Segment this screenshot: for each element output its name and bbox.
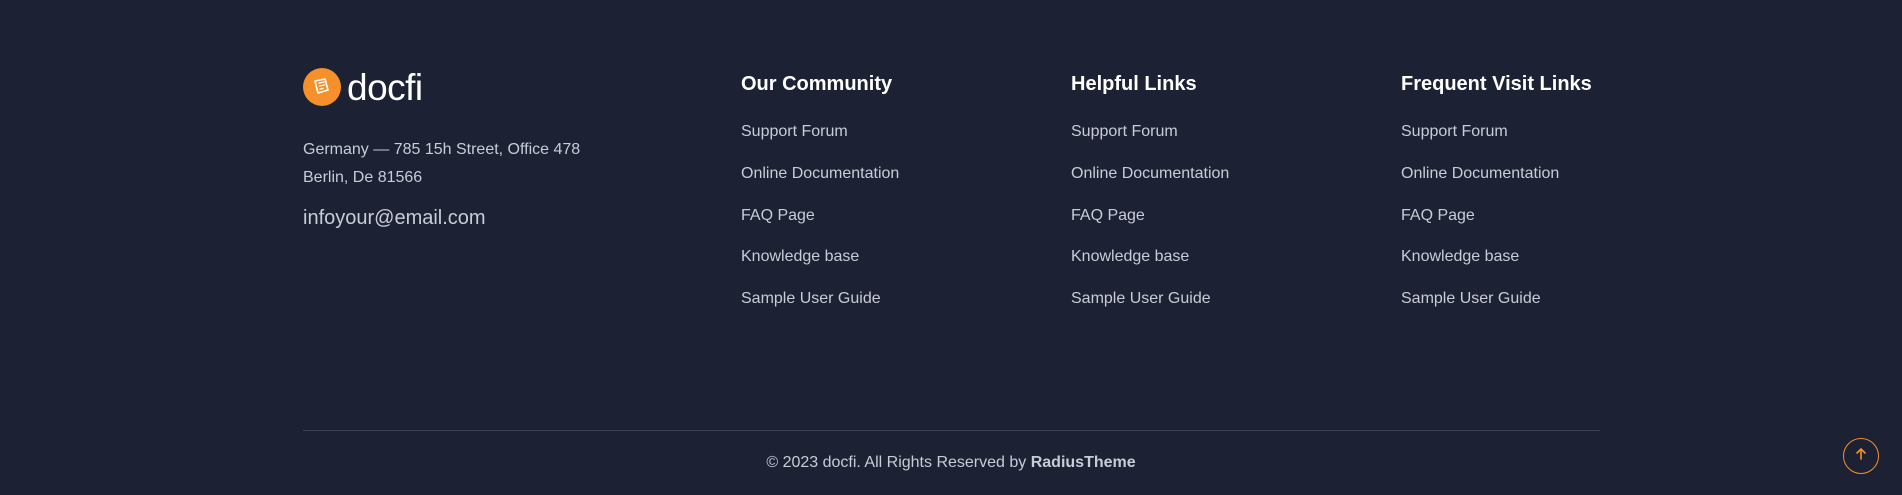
copyright-text: © 2023 docfi. All Rights Reserved by — [766, 454, 1031, 471]
column-title: Helpful Links — [1071, 73, 1197, 95]
footer-link-faq-page[interactable]: FAQ Page — [1401, 206, 1592, 226]
footer-link-knowledge-base[interactable]: Knowledge base — [741, 247, 899, 267]
footer-column-frequent-visit-links: Frequent Visit Links Support Forum Onlin… — [1401, 72, 1592, 331]
column-title: Frequent Visit Links — [1401, 73, 1592, 95]
scroll-to-top-button[interactable] — [1843, 438, 1879, 474]
address-line-2: Berlin, De 81566 — [303, 169, 423, 186]
docfi-logo-icon — [303, 68, 341, 106]
footer-link-online-documentation[interactable]: Online Documentation — [1071, 164, 1229, 184]
footer-link-online-documentation[interactable]: Online Documentation — [1401, 164, 1592, 184]
arrow-up-icon — [1854, 447, 1868, 466]
copyright-author-link[interactable]: RadiusTheme — [1031, 454, 1136, 471]
column-title: Our Community — [741, 73, 893, 95]
footer-link-online-documentation[interactable]: Online Documentation — [741, 164, 899, 184]
footer-link-support-forum[interactable]: Support Forum — [1071, 122, 1229, 142]
footer-column-helpful-links: Helpful Links Support Forum Online Docum… — [1071, 72, 1229, 331]
address: Germany — 785 15h Street, Office 478 Ber… — [303, 136, 580, 192]
copyright: © 2023 docfi. All Rights Reserved by Rad… — [0, 454, 1902, 472]
footer-divider — [303, 430, 1600, 431]
footer-column-our-community: Our Community Support Forum Online Docum… — [741, 72, 899, 331]
email-link[interactable]: infoyour@email.com — [303, 207, 580, 230]
footer-link-faq-page[interactable]: FAQ Page — [741, 206, 899, 226]
footer-link-faq-page[interactable]: FAQ Page — [1071, 206, 1229, 226]
footer-link-support-forum[interactable]: Support Forum — [1401, 122, 1592, 142]
footer-link-sample-user-guide[interactable]: Sample User Guide — [1071, 289, 1229, 309]
site-footer: docfi Germany — 785 15h Street, Office 4… — [0, 0, 1902, 495]
footer-link-knowledge-base[interactable]: Knowledge base — [1401, 247, 1592, 267]
footer-link-sample-user-guide[interactable]: Sample User Guide — [1401, 289, 1592, 309]
logo[interactable]: docfi — [303, 68, 580, 106]
address-line-1: Germany — 785 15h Street, Office 478 — [303, 141, 581, 158]
footer-brand: docfi Germany — 785 15h Street, Office 4… — [303, 68, 580, 230]
logo-text: docfi — [347, 66, 423, 108]
footer-link-sample-user-guide[interactable]: Sample User Guide — [741, 289, 899, 309]
footer-link-knowledge-base[interactable]: Knowledge base — [1071, 247, 1229, 267]
footer-link-support-forum[interactable]: Support Forum — [741, 122, 899, 142]
